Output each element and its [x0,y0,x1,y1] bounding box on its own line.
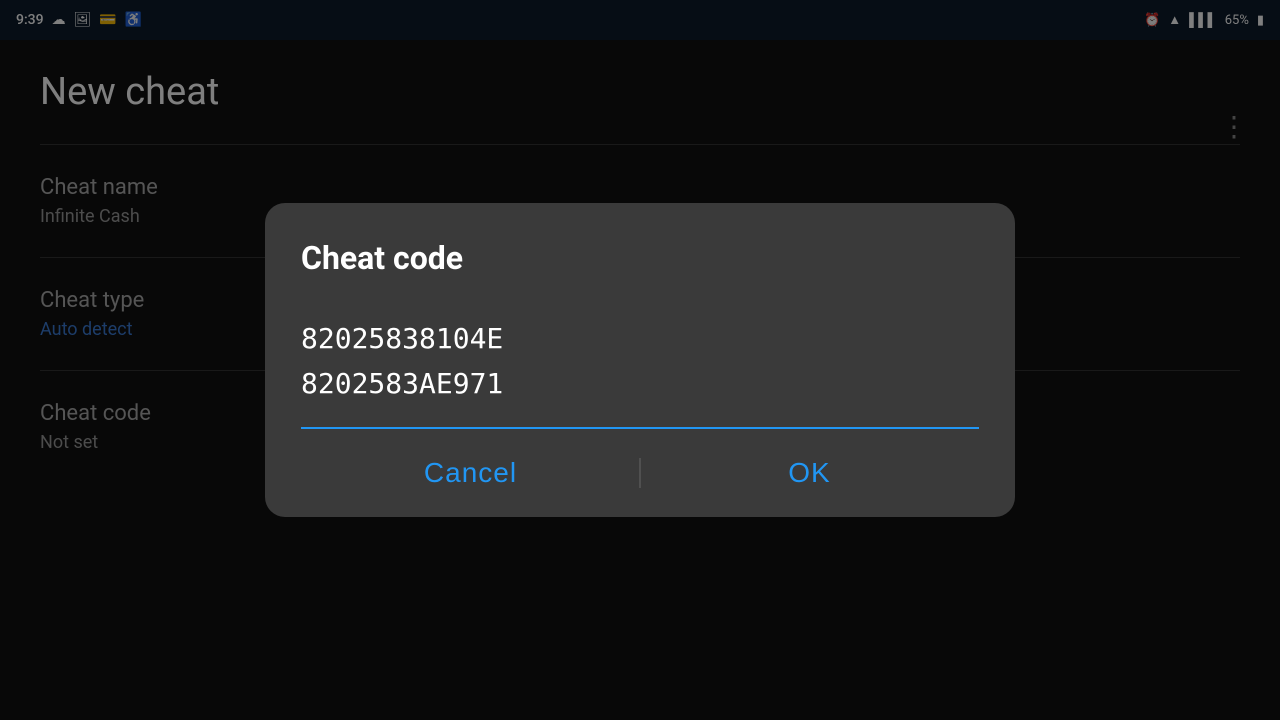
cheat-code-dialog: Cheat code 82025838104E 8202583AE971 Can… [265,203,1015,517]
cancel-button[interactable]: Cancel [301,449,640,497]
dialog-overlay: Cheat code 82025838104E 8202583AE971 Can… [0,0,1280,720]
cheat-code-line2: 8202583AE971 [301,362,979,407]
ok-button[interactable]: OK [640,449,979,497]
dialog-actions: Cancel OK [301,429,979,517]
dialog-title: Cheat code [301,239,979,277]
cheat-code-line1: 82025838104E [301,317,979,362]
dialog-cheat-code[interactable]: 82025838104E 8202583AE971 [301,317,979,407]
